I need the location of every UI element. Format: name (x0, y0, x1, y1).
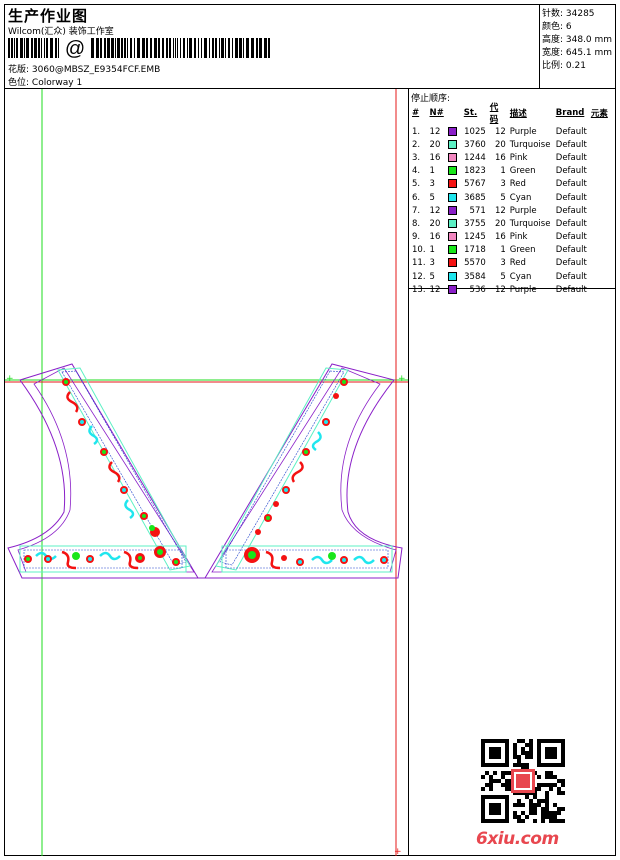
left-strap-border (57, 367, 191, 571)
piece-inner-outline (17, 367, 195, 573)
embroidery-canvas: + + + (5, 89, 408, 857)
marker-bottom: + (394, 847, 402, 857)
qr-code-icon (481, 739, 565, 823)
left-strap-motifs (62, 378, 166, 558)
marker-right: + (398, 374, 406, 384)
marker-left: + (6, 374, 14, 384)
left-strap-border-inner (61, 370, 187, 566)
right-strap-border (215, 367, 349, 571)
right-strap-border-inner (219, 370, 345, 566)
watermark-text: 6xiu.com (476, 829, 559, 849)
piece-inner-outline-right (211, 367, 397, 573)
